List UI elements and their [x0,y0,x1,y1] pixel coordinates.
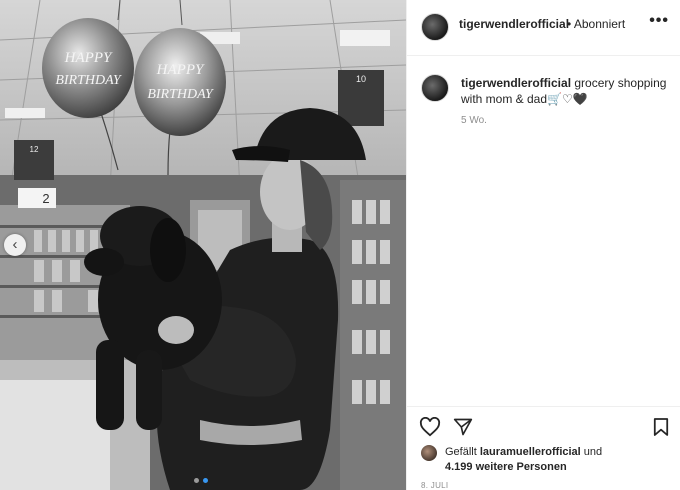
post-side-panel: tigerwendlerofficial • Abonniert ••• tig… [406,0,680,490]
carousel-indicator [194,478,208,483]
caption-username[interactable]: tigerwendlerofficial [461,76,571,90]
bookmark-icon[interactable] [653,417,669,437]
avatar[interactable] [421,13,449,41]
balloon-left-happy: HAPPY [64,50,113,66]
balloon-right-happy: HAPPY [156,62,205,78]
caption-time[interactable]: 5 Wo. [461,115,487,126]
aisle-sign-12: 12 [30,145,39,154]
post-photo[interactable]: 12 10 2 HAPPY BIRTHDAY HAPPY BIRTHDAY ‹ [0,0,406,490]
liker-username[interactable]: lauramuellerofficial [480,446,581,458]
chevron-left-icon: ‹ [12,235,18,253]
aisle-sign-10: 10 [356,74,366,84]
balloon-left-birthday: BIRTHDAY [55,73,123,88]
likes-line-1: Gefällt lauramuellerofficial und [445,446,602,458]
likes-line-2: 4.199 weitere Personen [445,461,567,473]
likes-joiner: und [580,446,603,458]
carousel-dot-active [203,478,208,483]
caption-avatar[interactable] [421,74,449,102]
balloon-right-birthday: BIRTHDAY [147,87,215,102]
instagram-post: 12 10 2 HAPPY BIRTHDAY HAPPY BIRTHDAY ‹ … [0,0,680,490]
carousel-dot [194,478,199,483]
aisle-sign-2: 2 [42,191,49,206]
header-username[interactable]: tigerwendlerofficial [459,17,569,31]
likes-prefix: Gefällt [445,446,480,458]
caption-text-block: tigerwendlerofficial grocery shopping wi… [461,75,667,107]
post-date[interactable]: 8. JULI [421,481,448,490]
action-bar [407,406,680,446]
likes-count[interactable]: 4.199 weitere Personen [445,461,567,473]
liker-avatar[interactable] [421,445,437,461]
more-options-icon[interactable]: ••• [649,12,669,30]
paper-plane-icon[interactable] [453,417,473,437]
heart-outline-icon[interactable] [419,417,441,437]
carousel-prev-button[interactable]: ‹ [4,234,26,256]
photo-scene: 12 10 2 HAPPY BIRTHDAY HAPPY BIRTHDAY [0,0,406,490]
follow-status[interactable]: • Abonniert [567,17,625,31]
post-header: tigerwendlerofficial • Abonniert ••• [407,0,680,56]
